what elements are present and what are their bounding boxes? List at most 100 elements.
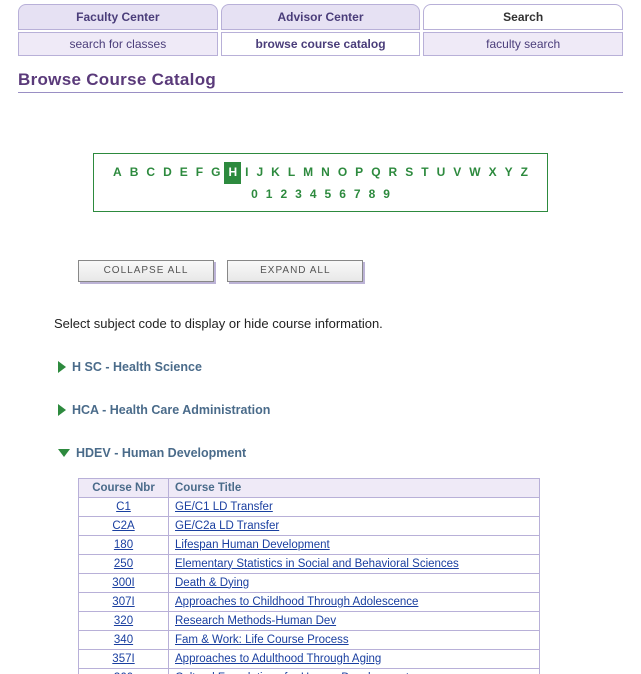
course-nbr-cell: 340 bbox=[79, 630, 169, 649]
subject-row[interactable]: HCA - Health Care Administration bbox=[58, 402, 641, 417]
chevron-right-icon[interactable] bbox=[58, 404, 66, 416]
filter-letter-q[interactable]: Q bbox=[367, 162, 384, 184]
main-tab-faculty-center[interactable]: Faculty Center bbox=[18, 4, 218, 30]
sub-tab-search-for-classes[interactable]: search for classes bbox=[18, 32, 218, 56]
course-nbr-link[interactable]: 320 bbox=[114, 615, 133, 627]
expand-all-button[interactable]: Expand All bbox=[227, 260, 363, 282]
filter-letter-d[interactable]: D bbox=[159, 162, 176, 184]
filter-letter-s[interactable]: S bbox=[401, 162, 417, 184]
collapse-all-button[interactable]: Collapse All bbox=[78, 260, 214, 282]
course-nbr-link[interactable]: 250 bbox=[114, 558, 133, 570]
course-title-link[interactable]: Death & Dying bbox=[175, 577, 249, 589]
course-nbr-cell: 300I bbox=[79, 573, 169, 592]
course-nbr-cell: 320 bbox=[79, 611, 169, 630]
subject-label[interactable]: HDEV - Human Development bbox=[76, 446, 246, 460]
filter-digit-2[interactable]: 2 bbox=[276, 184, 291, 206]
course-nbr-link[interactable]: 180 bbox=[114, 539, 133, 551]
filter-letter-n[interactable]: N bbox=[317, 162, 334, 184]
course-nbr-link[interactable]: C2A bbox=[112, 520, 134, 532]
course-nbr-link[interactable]: 307I bbox=[112, 596, 134, 608]
filter-digit-5[interactable]: 5 bbox=[321, 184, 336, 206]
table-row: C1 GE/C1 LD Transfer bbox=[79, 497, 540, 516]
filter-digit-7[interactable]: 7 bbox=[350, 184, 365, 206]
main-tab-advisor-center[interactable]: Advisor Center bbox=[221, 4, 421, 30]
filter-letter-b[interactable]: B bbox=[126, 162, 143, 184]
course-title-cell: Fam & Work: Life Course Process bbox=[169, 630, 540, 649]
filter-letter-r[interactable]: R bbox=[385, 162, 402, 184]
instruction-text: Select subject code to display or hide c… bbox=[54, 316, 641, 331]
course-table: Course Nbr Course Title C1 GE/C1 LD Trans… bbox=[78, 478, 540, 674]
filter-letter-e[interactable]: E bbox=[176, 162, 192, 184]
filter-digit-6[interactable]: 6 bbox=[335, 184, 350, 206]
course-title-cell: Cultural Foundations for Human Developme… bbox=[169, 668, 540, 674]
subject-row[interactable]: HDEV - Human Development bbox=[58, 445, 641, 460]
filter-digit-9[interactable]: 9 bbox=[379, 184, 394, 206]
filter-letter-j[interactable]: J bbox=[252, 162, 267, 184]
filter-letter-x[interactable]: X bbox=[485, 162, 501, 184]
filter-letter-i[interactable]: I bbox=[241, 162, 252, 184]
course-nbr-link[interactable]: 357I bbox=[112, 653, 134, 665]
course-title-cell: GE/C2a LD Transfer bbox=[169, 516, 540, 535]
sub-tab-faculty-search[interactable]: faculty search bbox=[423, 32, 623, 56]
filter-letter-a[interactable]: A bbox=[109, 162, 126, 184]
course-nbr-link[interactable]: C1 bbox=[116, 501, 131, 513]
course-title-link[interactable]: GE/C1 LD Transfer bbox=[175, 501, 273, 513]
button-row: Collapse All Expand All bbox=[78, 260, 641, 282]
table-row: 300I Death & Dying bbox=[79, 573, 540, 592]
course-title-link[interactable]: Elementary Statistics in Social and Beha… bbox=[175, 558, 459, 570]
filter-letter-c[interactable]: C bbox=[142, 162, 159, 184]
course-title-link[interactable]: Approaches to Adulthood Through Aging bbox=[175, 653, 381, 665]
filter-letter-o[interactable]: O bbox=[334, 162, 351, 184]
filter-letter-y[interactable]: Y bbox=[501, 162, 517, 184]
filter-digit-8[interactable]: 8 bbox=[365, 184, 380, 206]
filter-letter-k[interactable]: K bbox=[267, 162, 284, 184]
table-row: C2A GE/C2a LD Transfer bbox=[79, 516, 540, 535]
filter-letter-h[interactable]: H bbox=[224, 162, 241, 184]
course-title-cell: Research Methods-Human Dev bbox=[169, 611, 540, 630]
course-title-cell: Elementary Statistics in Social and Beha… bbox=[169, 554, 540, 573]
course-title-link[interactable]: Research Methods-Human Dev bbox=[175, 615, 336, 627]
chevron-down-icon[interactable] bbox=[58, 449, 70, 457]
filter-digit-3[interactable]: 3 bbox=[291, 184, 306, 206]
course-title-cell: GE/C1 LD Transfer bbox=[169, 497, 540, 516]
filter-letter-g[interactable]: G bbox=[207, 162, 224, 184]
course-nbr-cell: C1 bbox=[79, 497, 169, 516]
subject-row[interactable]: H SC - Health Science bbox=[58, 359, 641, 374]
course-nbr-link[interactable]: 300I bbox=[112, 577, 134, 589]
filter-letter-u[interactable]: U bbox=[433, 162, 450, 184]
course-nbr-link[interactable]: 340 bbox=[114, 634, 133, 646]
chevron-right-icon[interactable] bbox=[58, 361, 66, 373]
alphanumeric-filter-box: ABCDEFGHIJKLMNOPQRSTUVWXYZ 0123456789 bbox=[93, 153, 548, 212]
filter-letter-l[interactable]: L bbox=[284, 162, 299, 184]
filter-letter-p[interactable]: P bbox=[351, 162, 367, 184]
course-title-link[interactable]: Lifespan Human Development bbox=[175, 539, 330, 551]
subject-label[interactable]: HCA - Health Care Administration bbox=[72, 403, 270, 417]
title-underline bbox=[18, 92, 623, 93]
course-title-link[interactable]: Fam & Work: Life Course Process bbox=[175, 634, 349, 646]
filter-letter-f[interactable]: F bbox=[192, 162, 207, 184]
page-title: Browse Course Catalog bbox=[18, 70, 623, 90]
filter-digit-0[interactable]: 0 bbox=[247, 184, 262, 206]
filter-letter-w[interactable]: W bbox=[465, 162, 484, 184]
table-row: 180 Lifespan Human Development bbox=[79, 535, 540, 554]
filter-letter-v[interactable]: V bbox=[449, 162, 465, 184]
course-title-cell: Approaches to Childhood Through Adolesce… bbox=[169, 592, 540, 611]
sub-tab-browse-course-catalog[interactable]: browse course catalog bbox=[221, 32, 421, 56]
course-nbr-cell: 357I bbox=[79, 649, 169, 668]
subject-label[interactable]: H SC - Health Science bbox=[72, 360, 202, 374]
table-row: 360Cultural Foundations for Human Develo… bbox=[79, 668, 540, 674]
col-header-nbr[interactable]: Course Nbr bbox=[79, 478, 169, 497]
course-title-link[interactable]: GE/C2a LD Transfer bbox=[175, 520, 279, 532]
filter-letter-z[interactable]: Z bbox=[517, 162, 532, 184]
filter-letter-m[interactable]: M bbox=[299, 162, 317, 184]
filter-digit-4[interactable]: 4 bbox=[306, 184, 321, 206]
filter-letter-t[interactable]: T bbox=[417, 162, 432, 184]
col-header-title[interactable]: Course Title bbox=[169, 478, 540, 497]
course-nbr-cell: 180 bbox=[79, 535, 169, 554]
course-title-link[interactable]: Approaches to Childhood Through Adolesce… bbox=[175, 596, 418, 608]
table-row: 250 Elementary Statistics in Social and B… bbox=[79, 554, 540, 573]
course-title-cell: Death & Dying bbox=[169, 573, 540, 592]
course-nbr-cell: 250 bbox=[79, 554, 169, 573]
filter-digit-1[interactable]: 1 bbox=[262, 184, 277, 206]
main-tab-search[interactable]: Search bbox=[423, 4, 623, 30]
